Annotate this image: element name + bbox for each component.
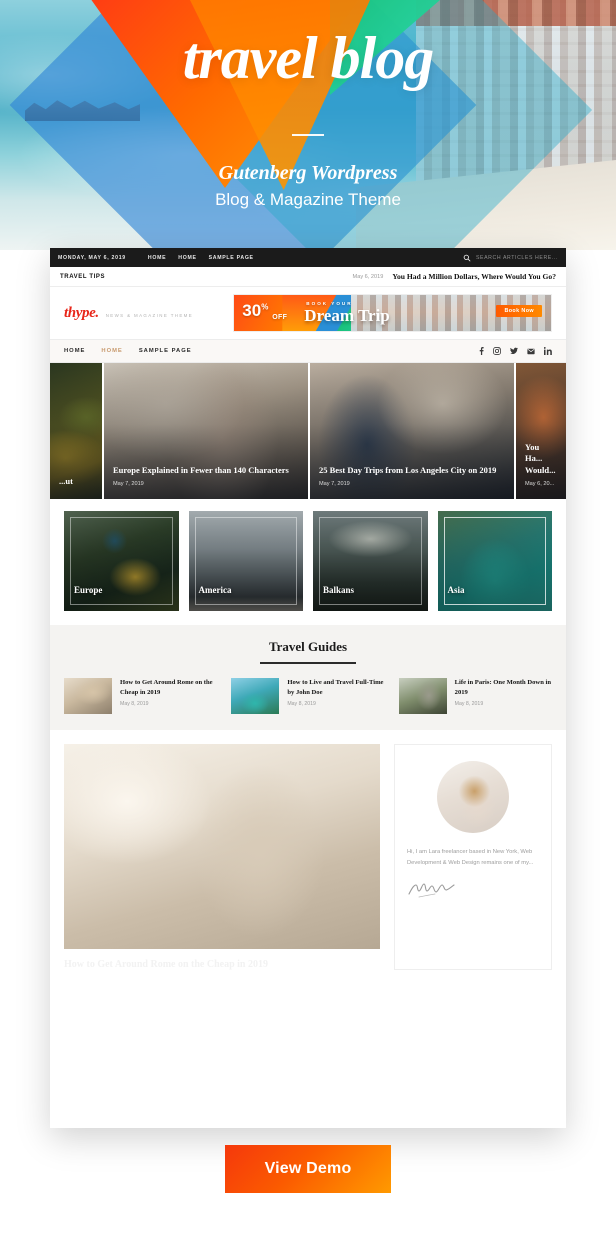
logo-text: thype. — [64, 304, 99, 321]
ad-book-now-button[interactable]: Book Now — [496, 305, 542, 317]
search-icon — [463, 254, 471, 261]
guide-title-2: How to Live and Travel Full-Time by John… — [287, 679, 384, 696]
guide-date-3: May 8, 2019 — [454, 701, 484, 708]
travel-guides-heading: Travel Guides — [268, 639, 348, 654]
travel-guides-grid: How to Get Around Rome on the Cheap in 2… — [64, 678, 552, 714]
slide-date-4: May 6, 20... — [525, 481, 555, 487]
ad-banner[interactable]: 30% OFF BOOK YOUR Dream Trip Book Now — [233, 294, 552, 332]
twitter-icon[interactable] — [510, 347, 518, 355]
category-label-balkans: Balkans — [323, 585, 355, 595]
author-widget: Hi, I am Lara freelancer based in New Yo… — [394, 744, 552, 970]
category-tile-europe[interactable]: Europe — [64, 511, 179, 611]
slide-caption-3: 25 Best Day Trips from Los Angeles City … — [319, 465, 505, 487]
guide-thumb-eiffel — [398, 678, 447, 714]
guide-thumb-boat — [231, 678, 280, 714]
category-label-america: America — [198, 585, 232, 595]
ticker-date: May 6, 2019 — [352, 273, 384, 280]
category-tile-asia[interactable]: Asia — [437, 511, 552, 611]
guide-title-3: Life in Paris: One Month Down in 2019 — [454, 679, 552, 696]
hero-subtitle-secondary: Blog & Magazine Theme — [215, 190, 401, 209]
view-demo-button[interactable]: View Demo — [224, 1145, 392, 1193]
hero-subtitle-primary: Gutenberg Wordpress — [218, 162, 398, 184]
guide-thumb-colosseum — [64, 678, 112, 714]
social-links — [479, 347, 552, 355]
nav-item-sample-page[interactable]: SAMPLE PAGE — [139, 348, 192, 354]
category-label-europe: Europe — [74, 585, 103, 595]
ad-headline: Dream Trip — [304, 306, 390, 325]
guide-date-1: May 8, 2019 — [120, 701, 149, 708]
avatar — [437, 761, 509, 833]
ticker-headline[interactable]: You Had a Million Dollars, Where Would Y… — [392, 272, 556, 281]
cta-section: View Demo — [0, 1145, 616, 1193]
slide-date-2: May 7, 2019 — [113, 481, 144, 487]
ad-off-label: OFF — [272, 314, 288, 321]
hero-divider — [292, 134, 324, 136]
slide-caption-2: Europe Explained in Fewer than 140 Chara… — [113, 465, 299, 487]
featured-slider: ...ut Europe Explained in Fewer than 140… — [50, 363, 566, 499]
email-icon[interactable] — [527, 348, 535, 355]
ticker-label: TRAVEL TIPS — [60, 273, 106, 280]
guide-text-1: How to Get Around Rome on the Cheap in 2… — [120, 678, 217, 714]
guide-text-2: How to Live and Travel Full-Time by John… — [287, 678, 384, 714]
slide-title-4: You Ha... Would... — [525, 441, 556, 475]
slide-date-3: May 7, 2019 — [319, 481, 350, 487]
linkedin-icon[interactable] — [544, 347, 552, 355]
topbar-search[interactable]: SEARCH ARTICLES HERE... — [463, 254, 558, 262]
slide-item-2[interactable]: Europe Explained in Fewer than 140 Chara… — [102, 363, 308, 499]
guide-text-3: Life in Paris: One Month Down in 2019 Ma… — [455, 678, 552, 714]
signature-icon — [408, 883, 455, 897]
category-tile-balkans[interactable]: Balkans — [313, 511, 428, 611]
guide-date-2: May 8, 2019 — [287, 701, 316, 708]
article-title: How to Get Around Rome on the Cheap in 2… — [64, 959, 268, 970]
guide-title-1: How to Get Around Rome on the Cheap in 2… — [120, 679, 213, 696]
category-tiles: Europe America Balkans Asia — [50, 499, 566, 625]
slide-title-1: ...ut — [59, 475, 73, 486]
slide-title-2: Europe Explained in Fewer than 140 Chara… — [113, 464, 289, 475]
author-bio: Hi, I am Lara freelancer based in New Yo… — [407, 849, 534, 867]
theme-preview-mockup: MONDAY, MAY 6, 2019 HOME HOME SAMPLE PAG… — [50, 248, 566, 1128]
nav-item-home-1[interactable]: HOME — [64, 348, 85, 354]
search-input[interactable]: SEARCH ARTICLES HERE... — [476, 255, 558, 261]
hero-title: travel blog — [182, 25, 435, 91]
guide-item-2[interactable]: How to Live and Travel Full-Time by John… — [231, 678, 384, 714]
slide-item-3[interactable]: 25 Best Day Trips from Los Angeles City … — [308, 363, 514, 499]
slide-title-3: 25 Best Day Trips from Los Angeles City … — [319, 464, 497, 475]
ad-percent-sign: % — [261, 302, 269, 312]
ad-discount: 30% — [242, 302, 268, 319]
slide-caption-1: ...ut — [59, 476, 93, 487]
category-tile-america[interactable]: America — [188, 511, 303, 611]
slide-item-1[interactable]: ...ut — [50, 363, 102, 499]
nav-item-home-2[interactable]: HOME — [101, 348, 122, 354]
ad-discount-number: 30 — [242, 301, 262, 320]
main-navigation: HOME HOME SAMPLE PAGE — [50, 339, 566, 363]
facebook-icon[interactable] — [479, 347, 484, 355]
slide-caption-4: You Ha... Would... May 6, 20... — [525, 442, 557, 487]
travel-guides-section: Travel Guides How to Get Around Rome on … — [50, 625, 566, 730]
content-bottom: How to Get Around Rome on the Cheap in 2… — [50, 730, 566, 984]
article-image-rome — [64, 744, 380, 949]
instagram-icon[interactable] — [493, 347, 501, 355]
guide-item-1[interactable]: How to Get Around Rome on the Cheap in 2… — [64, 678, 217, 714]
author-signature — [407, 880, 539, 902]
category-label-asia: Asia — [447, 585, 465, 595]
travel-guides-divider — [260, 662, 356, 664]
news-ticker: TRAVEL TIPS UNCATEGORIZED May 6, 2019 Yo… — [50, 267, 566, 287]
hero-banner: travel blog Gutenberg Wordpress Blog & M… — [0, 0, 616, 250]
guide-item-3[interactable]: Life in Paris: One Month Down in 2019 Ma… — [398, 678, 552, 714]
slide-item-4[interactable]: You Ha... Would... May 6, 20... — [514, 363, 566, 499]
featured-article[interactable]: How to Get Around Rome on the Cheap in 2… — [64, 744, 380, 970]
